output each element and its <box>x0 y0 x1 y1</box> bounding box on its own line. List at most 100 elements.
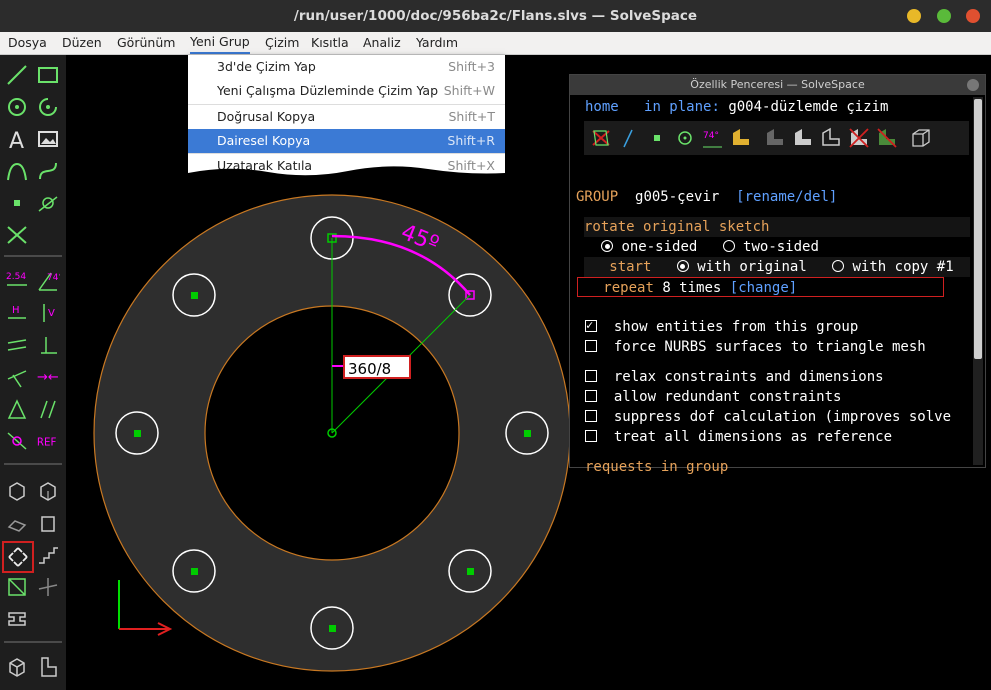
svg-text:74°: 74° <box>47 273 60 283</box>
mesh-icon[interactable] <box>818 125 844 151</box>
menu-yardim[interactable]: Yardım <box>416 32 458 54</box>
window-title: /run/user/1000/doc/956ba2c/Flans.slvs — … <box>293 8 698 24</box>
image-tool-button[interactable] <box>34 125 62 153</box>
wireframe-icon[interactable] <box>908 125 934 151</box>
link-button[interactable] <box>3 605 31 633</box>
with-copy-radio[interactable] <box>832 260 845 272</box>
rectangle-tool-button[interactable] <box>34 61 62 89</box>
menu-analiz[interactable]: Analiz <box>363 32 401 54</box>
solid-icon[interactable] <box>790 125 816 151</box>
with-original-radio[interactable] <box>676 260 689 272</box>
svg-text:74°: 74° <box>703 131 719 141</box>
treat-reference-checkbox[interactable] <box>585 430 597 442</box>
one-sided-radio[interactable] <box>601 240 613 252</box>
nearest-iso-button[interactable] <box>3 653 31 681</box>
menu-yeni-grup[interactable]: Yeni Grup <box>190 32 250 54</box>
line-tool-button[interactable] <box>3 61 31 89</box>
lathe-button[interactable] <box>34 573 62 601</box>
equal-icon <box>7 399 27 419</box>
menu-item-circular-copy[interactable]: Dairesel Kopya Shift+R <box>188 129 505 153</box>
close-button[interactable] <box>966 9 980 23</box>
change-link[interactable]: [change] <box>730 280 797 296</box>
home-link[interactable]: home <box>585 99 619 115</box>
start-label: start <box>609 259 652 275</box>
construction-icon <box>38 196 58 212</box>
two-sided-radio[interactable] <box>722 240 735 252</box>
rotate-copy-button[interactable] <box>2 541 34 573</box>
workplane-toggle-icon[interactable] <box>588 125 614 151</box>
point-tool-button[interactable] <box>3 189 31 217</box>
menu-duzen[interactable]: Düzen <box>62 32 102 54</box>
with-copy-label: with copy #1 <box>852 259 954 275</box>
circle-tool-button[interactable] <box>3 93 31 121</box>
box-icon <box>40 482 56 501</box>
construction-tool-button[interactable] <box>34 189 62 217</box>
same-orientation-button[interactable] <box>34 395 62 423</box>
tangent-arc-tool-button[interactable] <box>3 157 31 185</box>
distance-constraint-button[interactable]: 2.54 <box>3 267 31 295</box>
minimize-button[interactable] <box>907 9 921 23</box>
lock-point-icon <box>7 432 27 450</box>
hidden-lines-icon[interactable] <box>846 125 872 151</box>
helix-button[interactable] <box>3 573 31 601</box>
split-tool-button[interactable] <box>3 221 31 249</box>
points-icon[interactable] <box>644 125 670 151</box>
translate-copy-button[interactable] <box>34 541 62 569</box>
workplane-new-button[interactable] <box>34 477 62 505</box>
circle-icon <box>8 98 26 116</box>
on-point-constraint-button[interactable] <box>3 363 31 391</box>
construction-show-icon[interactable] <box>672 125 698 151</box>
window-titlebar: /run/user/1000/doc/956ba2c/Flans.slvs — … <box>0 0 991 32</box>
scrollbar-thumb[interactable] <box>974 99 982 359</box>
force-nurbs-checkbox[interactable] <box>585 340 597 352</box>
vertical-constraint-button[interactable]: V <box>34 299 62 327</box>
tangent-arc-icon <box>7 162 27 181</box>
parallel-icon <box>7 339 27 351</box>
shaded-icon[interactable] <box>762 125 788 151</box>
revolve-button[interactable] <box>34 509 62 537</box>
menu-item-linear-copy[interactable]: Doğrusal Kopya Shift+T <box>188 105 505 129</box>
perpendicular-constraint-button[interactable] <box>34 331 62 359</box>
one-sided-label: one-sided <box>621 239 698 255</box>
menu-dosya[interactable]: Dosya <box>8 32 47 54</box>
symmetric-constraint-button[interactable]: →← <box>34 363 62 391</box>
angle-icon: 74° <box>38 272 60 291</box>
normal-icon[interactable] <box>616 125 642 151</box>
reference-button[interactable]: REF <box>34 427 62 455</box>
spline-tool-button[interactable] <box>34 157 62 185</box>
workplane-3d-button[interactable] <box>3 477 31 505</box>
in-plane-label: in plane: <box>644 99 720 115</box>
extrude-button[interactable] <box>3 509 31 537</box>
menu-cizim[interactable]: Çizim <box>265 32 299 54</box>
suppress-dof-checkbox[interactable] <box>585 410 597 422</box>
rotate-icon <box>8 547 28 567</box>
show-entities-checkbox[interactable] <box>585 315 597 335</box>
maximize-button[interactable] <box>937 9 951 23</box>
menu-item-3d-sketch[interactable]: 3d'de Çizim Yap Shift+3 <box>188 55 505 79</box>
equal-constraint-button[interactable] <box>3 395 31 423</box>
two-sided-label: two-sided <box>743 239 819 255</box>
property-window-close-button[interactable] <box>967 79 979 91</box>
nearest-ortho-button[interactable] <box>34 653 62 681</box>
relax-constraints-checkbox[interactable] <box>585 370 597 382</box>
property-window-body: home in plane: g004-düzlemde çizim 74° G… <box>570 95 970 475</box>
arc-tool-button[interactable] <box>34 93 62 121</box>
rename-del-link[interactable]: [rename/del] <box>736 189 837 205</box>
other-constraint-button[interactable] <box>3 427 31 455</box>
menu-kisitla[interactable]: Kısıtla <box>311 32 349 54</box>
outline-icon[interactable] <box>874 125 900 151</box>
parallel-constraint-button[interactable] <box>3 331 31 359</box>
menu-item-workplane-sketch[interactable]: Yeni Çalışma Düzleminde Çizim Yap Shift+W <box>188 79 505 103</box>
constraints-show-icon[interactable]: 74° <box>700 125 726 151</box>
option-label: force NURBS surfaces to triangle mesh <box>613 339 926 355</box>
menu-gorunum[interactable]: Görünüm <box>117 32 175 54</box>
text-tool-button[interactable]: A <box>3 125 31 153</box>
vertical-icon: V <box>43 304 55 322</box>
faces-icon[interactable] <box>728 125 754 151</box>
repeat-value: 8 times <box>662 280 722 296</box>
allow-redundant-checkbox[interactable] <box>585 390 597 402</box>
dimension-edit-field[interactable]: 360/8 <box>343 355 411 379</box>
angle-constraint-button[interactable]: 74° <box>34 267 62 295</box>
horizontal-constraint-button[interactable]: H <box>3 299 31 327</box>
property-window-scrollbar[interactable] <box>973 97 983 465</box>
